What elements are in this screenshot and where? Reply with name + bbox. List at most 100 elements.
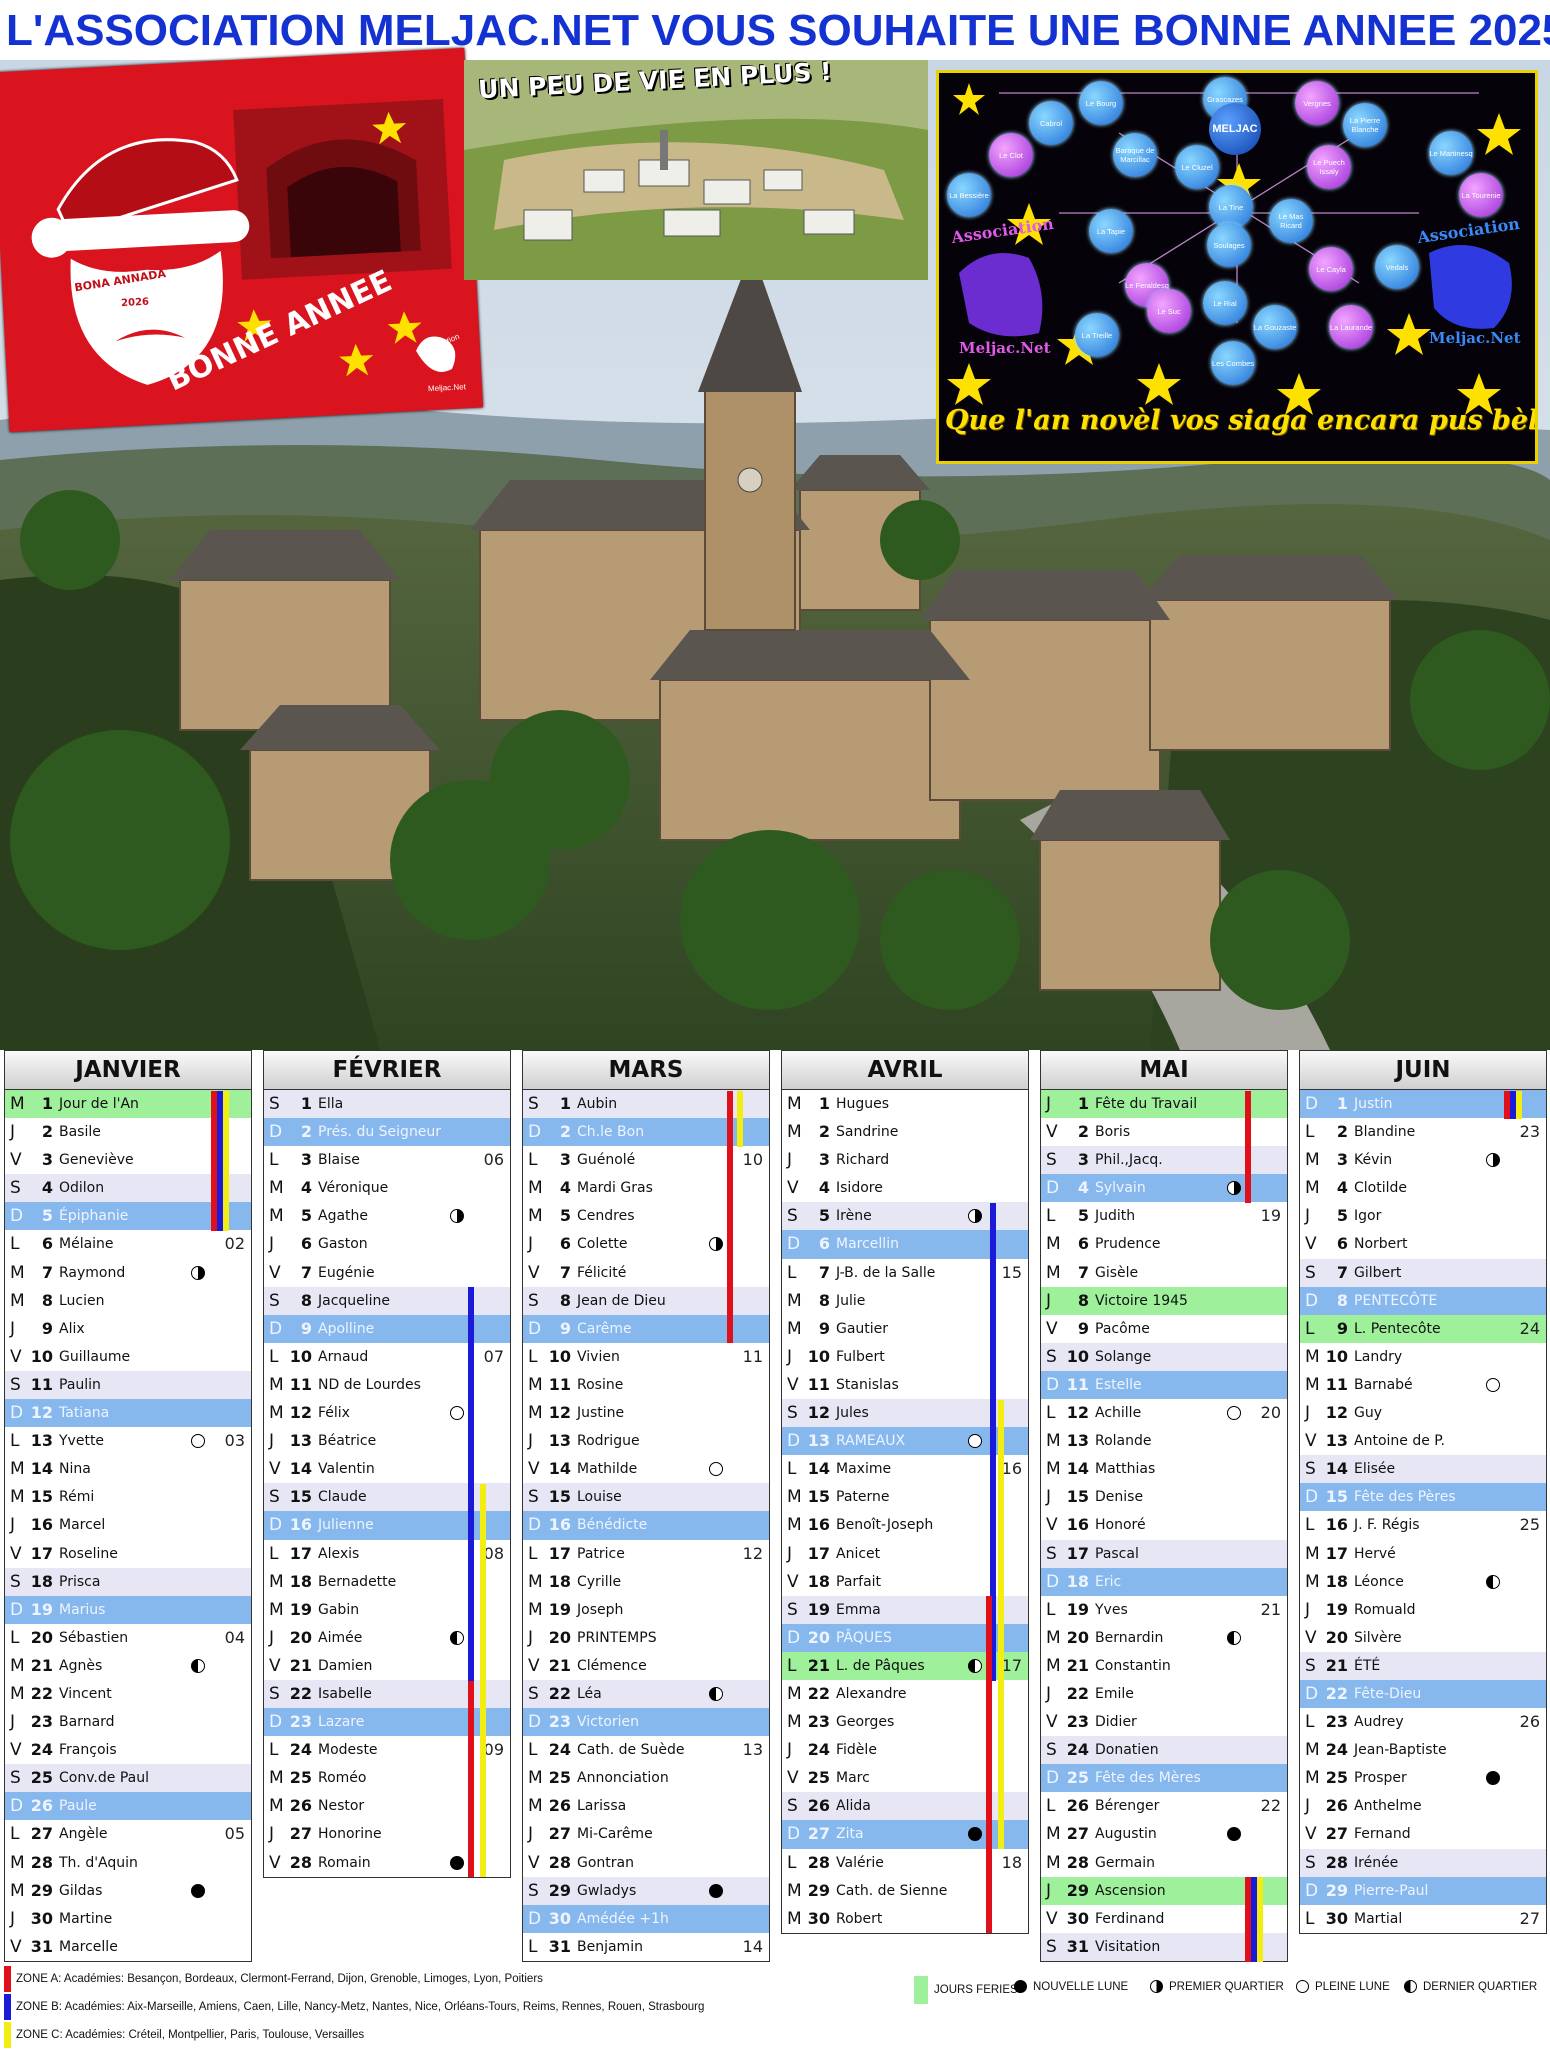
weekday-letter: J [1046, 1290, 1052, 1311]
weekday-letter: L [1305, 1318, 1315, 1339]
weekday-letter: J [528, 1627, 534, 1648]
village-ornament: La Tapie [1089, 209, 1133, 253]
weekday-letter: S [269, 1487, 280, 1508]
calendar-legend: ZONE A: Académies: Besançon, Bordeaux, C… [0, 1966, 1550, 2060]
weekday-letter: D [528, 1908, 542, 1929]
map-label-left-bottom: Meljac.Net [959, 339, 1051, 357]
day-number: 16 [548, 1515, 571, 1535]
day-row: S 15 Louise [523, 1483, 769, 1512]
weekday-letter: S [528, 1487, 539, 1508]
weekday-letter: J [1046, 1880, 1052, 1901]
saint-name: Jacqueline [318, 1292, 391, 1309]
weekday-letter: V [10, 1936, 22, 1957]
weekday-letter: V [269, 1852, 281, 1873]
weekday-letter: S [1046, 1150, 1057, 1171]
day-row: J 16 Marcel [5, 1511, 251, 1539]
month-janvier: JANVIER M 1 Jour de l'An J 2 Basile V 3 Geneviève… [4, 1050, 252, 1962]
full-moon-icon [968, 1434, 982, 1449]
saint-name: Isabelle [318, 1685, 372, 1702]
saint-name: Bénédicte [577, 1517, 648, 1534]
saint-name: Fulbert [836, 1348, 885, 1365]
saint-name: Léonce [1354, 1573, 1404, 1590]
zone-c-legend: ZONE C: Académies: Créteil, Montpellier,… [4, 2022, 364, 2048]
saint-name: Germain [1095, 1854, 1155, 1871]
day-number: 23 [30, 1712, 53, 1732]
day-number: 1 [559, 1094, 571, 1113]
saint-name: Marcellin [836, 1236, 899, 1253]
weekday-letter: M [269, 1796, 284, 1817]
weekday-letter: L [787, 1852, 797, 1873]
day-row: M 14 Matthias [1041, 1455, 1287, 1483]
weekday-letter: D [269, 1122, 283, 1143]
last-quarter-moon-icon [1227, 1630, 1241, 1645]
weekday-letter: D [269, 1515, 283, 1536]
saint-name: Honorine [318, 1826, 382, 1843]
village-name: Les Combes [1211, 358, 1255, 368]
village-name: La Tourenie [1461, 190, 1501, 200]
weekday-letter: M [787, 1712, 802, 1733]
weekday-letter: D [787, 1824, 801, 1845]
saint-name: Damien [318, 1657, 373, 1674]
day-row: M 25 Annonciation [523, 1764, 769, 1792]
weekday-letter: M [1046, 1824, 1061, 1845]
weekday-letter: M [787, 1515, 802, 1536]
day-number: 3 [818, 1150, 830, 1170]
zone-c-text: ZONE C: Académies: Créteil, Montpellier,… [16, 2029, 365, 2041]
weekday-letter: J [10, 1122, 16, 1143]
day-row: J 3 Richard [782, 1146, 1028, 1174]
day-number: 8 [41, 1290, 53, 1310]
day-number: 8 [559, 1290, 571, 1310]
week-number: 11 [742, 1346, 763, 1366]
day-number: 30 [807, 1908, 830, 1928]
new-moon-icon [1486, 1771, 1500, 1786]
weekday-letter: V [1046, 1712, 1058, 1733]
weekday-letter: D [528, 1515, 542, 1536]
village-ornament: Baraque de Marcillac [1113, 133, 1157, 177]
village-ornament: Le Clot [989, 133, 1033, 177]
saint-name: Maxime [836, 1461, 892, 1478]
week-number: 07 [483, 1346, 504, 1366]
new-moon-icon [1014, 1980, 1027, 1994]
day-row: S 7 Gilbert [1300, 1258, 1546, 1287]
weekday-letter: J [1046, 1094, 1052, 1114]
weekday-letter: J [528, 1234, 534, 1255]
map-motto: Que l'an novèl vos siaga encara pus bèl … [945, 405, 1538, 436]
day-row: S 21 ÉTÉ [1300, 1651, 1546, 1680]
day-number: 15 [30, 1487, 53, 1507]
saint-name: Alexis [318, 1545, 360, 1562]
day-number: 9 [300, 1318, 312, 1338]
day-number: 20 [289, 1627, 312, 1647]
first-quarter-moon-icon [968, 1209, 982, 1224]
day-number: 28 [807, 1852, 830, 1872]
saint-name: Clotilde [1354, 1180, 1407, 1197]
day-row: L 5 Judith 19 [1041, 1202, 1287, 1230]
weekday-letter: M [1046, 1262, 1061, 1283]
weekday-letter: M [787, 1880, 802, 1901]
day-row: J 13 Rodrigue [523, 1427, 769, 1455]
village-ornament: Le Cayla [1309, 247, 1353, 291]
weekday-letter: M [269, 1599, 284, 1620]
weekday-letter: M [269, 1571, 284, 1592]
day-number: 30 [1066, 1908, 1089, 1928]
week-number: 09 [483, 1740, 504, 1760]
day-row: S 29 Gwladys [523, 1876, 769, 1905]
saint-name: Hervé [1354, 1545, 1396, 1562]
month-fevrier: FÉVRIER S 1 Ella D 2 Prés. du Seigneur L 3 Blaise… [263, 1050, 511, 1878]
weekday-letter: J [528, 1431, 534, 1452]
weekday-letter: J [269, 1431, 275, 1452]
day-row: M 3 Kévin [1300, 1146, 1546, 1174]
weekday-letter: V [787, 1571, 799, 1592]
saint-name: Anicet [836, 1545, 881, 1562]
saint-name: Julienne [318, 1517, 374, 1534]
weekday-letter: S [1305, 1459, 1316, 1480]
weekday-letter: M [528, 1403, 543, 1424]
day-row: J 19 Romuald [1300, 1596, 1546, 1624]
saint-name: Conv.de Paul [59, 1770, 149, 1787]
day-row: L 6 Mélaine 02 [5, 1230, 251, 1258]
day-number: 7 [1336, 1262, 1348, 1282]
day-number: 18 [1325, 1571, 1348, 1591]
saint-name: Vincent [59, 1685, 112, 1702]
saint-name: Victorien [577, 1714, 640, 1731]
day-row: L 31 Benjamin 14 [523, 1933, 769, 1961]
day-number: 25 [548, 1768, 571, 1788]
